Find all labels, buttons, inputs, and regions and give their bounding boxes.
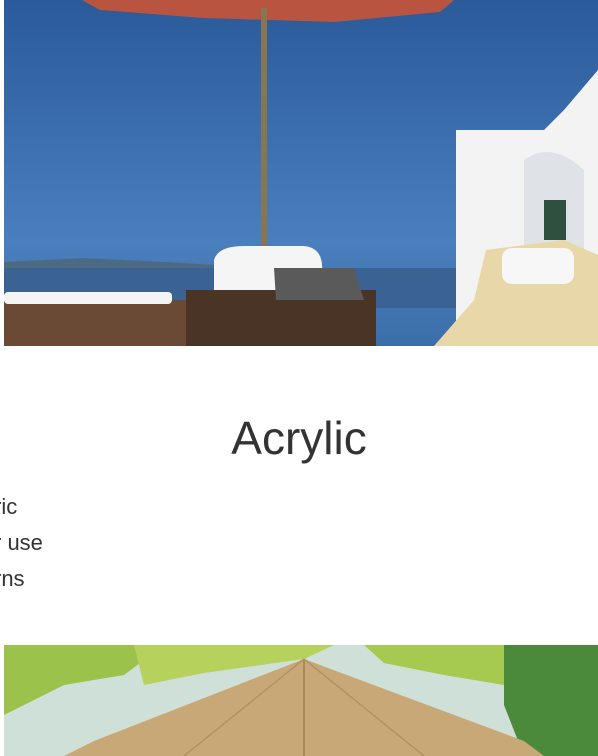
umbrella-terrace-illustration <box>4 0 598 346</box>
arch-opening <box>544 200 566 240</box>
wicker-daybed <box>4 300 204 346</box>
feature-item: rns <box>0 561 43 597</box>
feature-item: r use <box>0 525 43 561</box>
chair-pillow <box>502 248 574 284</box>
feature-text: ric <box>0 494 18 519</box>
umbrella-terrace-photo <box>4 0 598 346</box>
section-heading: Acrylic <box>231 412 367 464</box>
thatch-umbrella-illustration <box>4 645 598 756</box>
feature-text: r use <box>0 530 43 555</box>
feature-list: ric r use rns <box>0 489 43 597</box>
thatch-umbrella-photo <box>4 645 598 756</box>
feature-text: rns <box>0 566 25 591</box>
daybed-cushion <box>4 292 172 304</box>
feature-item: ric <box>0 489 43 525</box>
folded-cushion <box>274 268 364 300</box>
